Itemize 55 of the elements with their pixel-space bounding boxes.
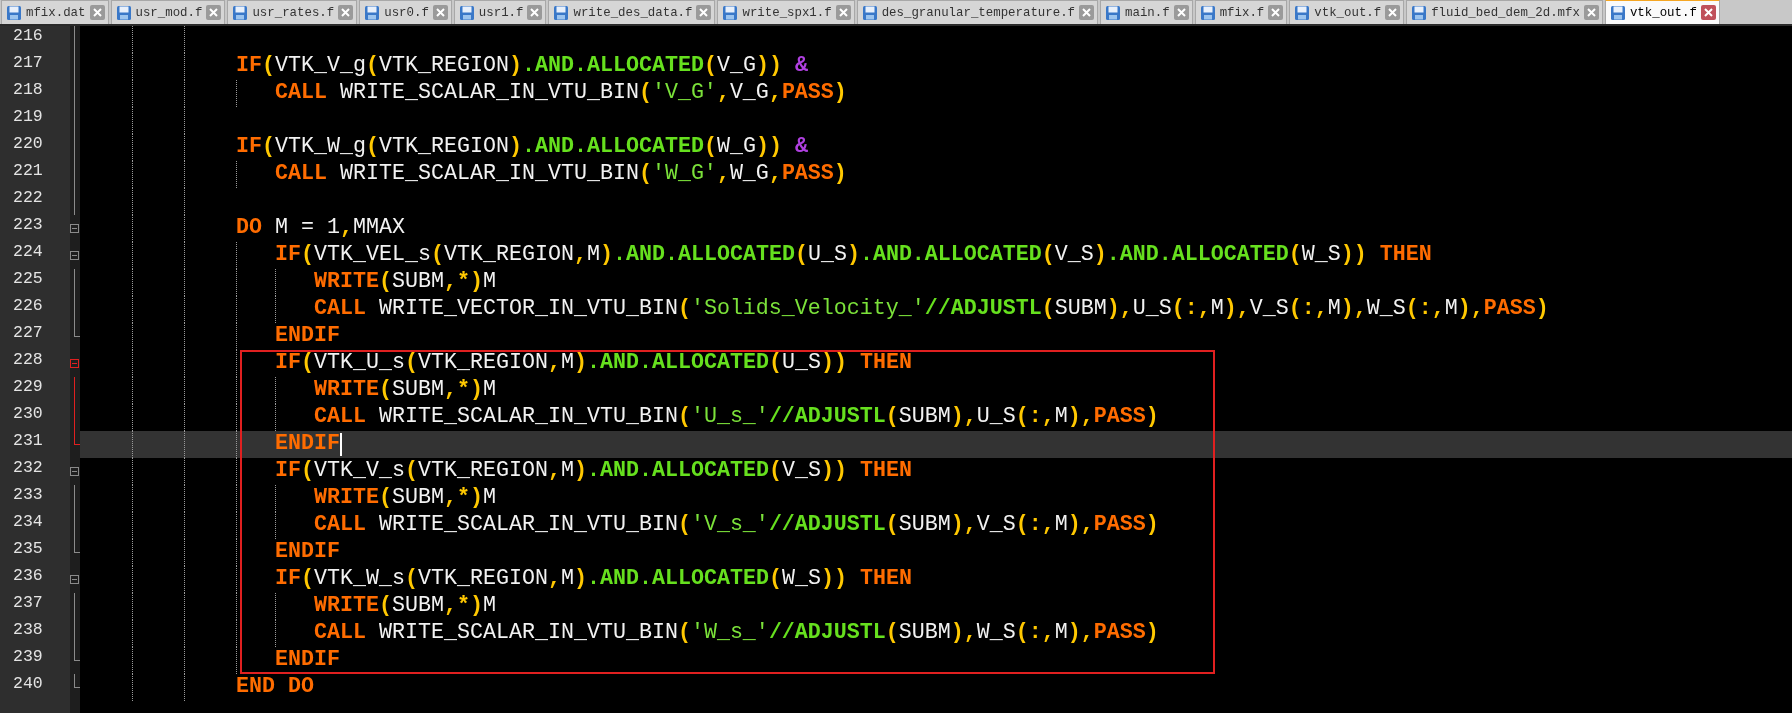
code-line: ENDIF — [275, 323, 340, 350]
file-tab[interactable]: mfix.dat — [1, 0, 109, 24]
code-line: IF(VTK_VEL_s(VTK_REGION,M).AND.ALLOCATED(U_S).AND.ALLOCATED(V_S).AND.ALLOCATED(W_S)) THEN — [275, 242, 1432, 269]
collapse-icon[interactable] — [70, 251, 79, 260]
code-line: IF(VTK_V_s(VTK_REGION,M).AND.ALLOCATED(V_S)) THEN — [275, 458, 912, 485]
close-icon[interactable] — [1268, 5, 1284, 20]
file-tab[interactable]: write_des_data.f — [548, 0, 716, 24]
close-icon[interactable] — [89, 5, 105, 20]
file-tab[interactable]: write_spx1.f — [717, 0, 855, 24]
file-tab[interactable]: usr0.f — [359, 0, 452, 24]
file-tab[interactable]: vtk_out.f — [1289, 0, 1405, 24]
close-icon[interactable] — [527, 5, 543, 20]
file-tab[interactable]: usr1.f — [453, 0, 547, 24]
line-number: 231 — [0, 431, 70, 458]
code-line: IF(VTK_V_g(VTK_REGION).AND.ALLOCATED(V_G)) & — [236, 53, 808, 80]
code-line: DO M = 1,MMAX — [236, 215, 405, 242]
file-tab[interactable]: main.f — [1100, 0, 1193, 24]
close-icon[interactable] — [1173, 5, 1189, 20]
file-tab[interactable]: usr_mod.f — [110, 0, 226, 24]
code-line: WRITE(SUBM,*)M — [314, 593, 496, 620]
code-line: WRITE(SUBM,*)M — [314, 269, 496, 296]
code-line: CALL WRITE_SCALAR_IN_VTU_BIN('U_s_'//ADJUSTL(SUBM),U_S(:,M),PASS) — [314, 404, 1159, 431]
code-line: WRITE(SUBM,*)M — [314, 377, 496, 404]
code-line: ENDIF — [275, 539, 340, 566]
file-tab[interactable]: des_granular_temperature.f — [856, 0, 1098, 24]
close-icon[interactable] — [206, 5, 222, 20]
close-icon[interactable] — [1385, 5, 1401, 20]
file-tab[interactable]: mfix.f — [1194, 0, 1288, 24]
close-icon[interactable] — [1079, 5, 1094, 20]
file-tab[interactable]: usr_rates.f — [227, 0, 358, 24]
code-line: CALL WRITE_SCALAR_IN_VTU_BIN('W_G',W_G,PASS) — [275, 161, 847, 188]
close-icon[interactable] — [696, 5, 712, 20]
code-line: CALL WRITE_SCALAR_IN_VTU_BIN('V_G',V_G,PASS) — [275, 80, 847, 107]
code-line: IF(VTK_U_s(VTK_REGION,M).AND.ALLOCATED(U_S)) THEN — [275, 350, 912, 377]
text-cursor — [340, 433, 342, 456]
code-line: CALL WRITE_SCALAR_IN_VTU_BIN('V_s_'//ADJUSTL(SUBM),V_S(:,M),PASS) — [314, 512, 1159, 539]
collapse-icon[interactable] — [70, 224, 79, 233]
code-line: WRITE(SUBM,*)M — [314, 485, 496, 512]
code-line: IF(VTK_W_s(VTK_REGION,M).AND.ALLOCATED(W_S)) THEN — [275, 566, 912, 593]
code-line: CALL WRITE_SCALAR_IN_VTU_BIN('W_s_'//ADJUSTL(SUBM),W_S(:,M),PASS) — [314, 620, 1159, 647]
code-line: ENDIF — [275, 647, 340, 674]
code-line: END DO — [236, 674, 314, 701]
collapse-icon[interactable] — [70, 575, 79, 584]
close-icon[interactable] — [1700, 5, 1716, 20]
collapse-icon[interactable] — [70, 359, 79, 368]
code-line: ENDIF — [275, 431, 340, 458]
close-icon[interactable] — [338, 5, 354, 20]
file-tab[interactable]: fluid_bed_dem_2d.mfx — [1406, 0, 1603, 24]
close-icon[interactable] — [1583, 5, 1599, 20]
code-line: CALL WRITE_VECTOR_IN_VTU_BIN('Solids_Velocity_'//ADJUSTL(SUBM),U_S(:,M),V_S(:,M),W_S(:,M),PASS) — [314, 296, 1549, 323]
code-line: IF(VTK_W_g(VTK_REGION).AND.ALLOCATED(W_G)) & — [236, 134, 808, 161]
collapse-icon[interactable] — [70, 467, 79, 476]
close-icon[interactable] — [835, 5, 851, 20]
close-icon[interactable] — [432, 5, 448, 20]
file-tab[interactable]: vtk_out.f — [1604, 0, 1720, 24]
